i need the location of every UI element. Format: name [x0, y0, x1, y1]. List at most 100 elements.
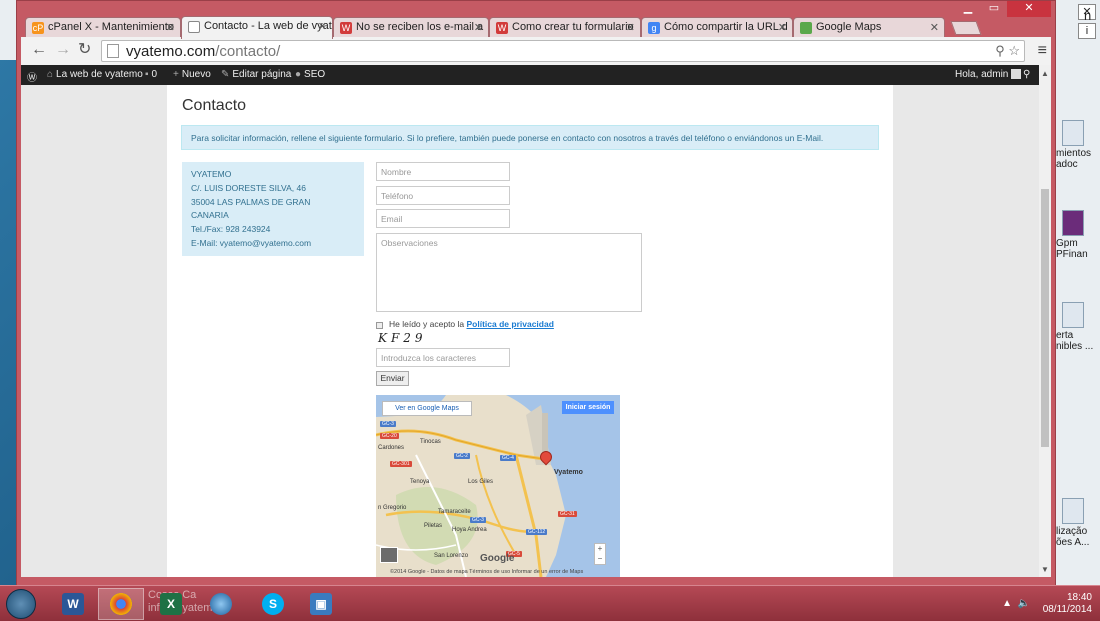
browser-window: ▁ ▭ ✕ cP cPanel X - Mantenimiento ✕ Cont… — [16, 0, 1056, 586]
page-scrollbar[interactable]: ▲ ▼ — [1039, 65, 1051, 577]
map-place-label: Tinocas — [420, 439, 441, 445]
tab-close-icon[interactable]: ✕ — [166, 21, 175, 34]
start-button[interactable] — [6, 589, 36, 619]
document-icon — [1062, 498, 1084, 524]
tab-cpanel[interactable]: cP cPanel X - Mantenimiento ✕ — [25, 17, 181, 39]
tab-close-icon[interactable]: ✕ — [474, 21, 483, 34]
tab-compartir-url[interactable]: g Cómo compartir la URL d ✕ — [641, 17, 793, 39]
taskbar-chrome[interactable] — [98, 588, 144, 620]
address-region: CANARIA — [191, 210, 229, 221]
name-input[interactable]: Nombre — [376, 162, 510, 181]
notes-textarea[interactable]: Observaciones — [376, 233, 642, 312]
page-viewport: Contacto Para solicitar información, rel… — [21, 85, 1039, 577]
reload-icon[interactable]: ↻ — [78, 42, 91, 58]
tray-icons: ▲ 🔈 — [1002, 598, 1030, 609]
forward-icon[interactable]: → — [55, 42, 71, 58]
tab-no-se-reciben[interactable]: W No se reciben los e-mail a ✕ — [333, 17, 489, 39]
tab-close-icon[interactable]: ✕ — [626, 21, 635, 34]
w-icon: W — [496, 22, 508, 34]
map-place-label: Tenoya — [410, 479, 430, 485]
winrar-icon — [1062, 210, 1084, 236]
scroll-up-icon[interactable]: ▲ — [1039, 69, 1051, 78]
view-in-google-maps-button[interactable]: Ver en Google Maps — [382, 401, 472, 416]
volume-icon[interactable]: 🔈 — [1018, 598, 1030, 609]
search-icon[interactable]: ⚲ — [995, 43, 1005, 58]
tab-contacto[interactable]: Contacto - La web de vyatemo ✕ — [181, 16, 333, 39]
phone-input[interactable]: Teléfono — [376, 186, 510, 205]
address-street: C/. LUIS DORESTE SILVA, 46 — [191, 182, 306, 193]
show-hidden-icons-icon[interactable]: ▲ — [1002, 598, 1012, 609]
scrollbar-thumb[interactable] — [1041, 189, 1049, 447]
email-input[interactable]: Email — [376, 209, 510, 228]
tab-como-crear[interactable]: W Como crear tu formulario ✕ — [489, 17, 641, 39]
minimize-icon[interactable]: ▁ — [955, 1, 981, 17]
adminbar-site[interactable]: ⌂ La web de vyatemo — [47, 69, 143, 80]
tab-close-icon[interactable]: ✕ — [930, 21, 939, 34]
map-place-label: Piletas — [424, 523, 443, 529]
adminbar-account[interactable]: Hola, admin — [955, 69, 1022, 80]
adminbar-comments[interactable]: ▪ 0 — [145, 69, 157, 80]
map-footer: ©2014 Google - Datos de mapa Términos de… — [390, 569, 584, 575]
road-label: GC-4 — [500, 455, 516, 461]
plus-icon: + — [173, 69, 179, 80]
taskbar-teamviewer[interactable] — [198, 588, 244, 620]
page-icon — [188, 21, 200, 33]
avatar — [1011, 69, 1022, 80]
excel-icon: X — [160, 593, 182, 615]
zoom-out-button[interactable]: − — [595, 554, 605, 564]
adminbar-new[interactable]: + Nuevo — [173, 69, 211, 80]
tab-google-maps[interactable]: Google Maps ✕ — [793, 17, 945, 39]
page-content: Contacto Para solicitar información, rel… — [167, 85, 893, 577]
cpanel-icon: cP — [32, 22, 44, 34]
clock[interactable]: 18:40 08/11/2014 — [1043, 592, 1092, 616]
new-tab-button[interactable] — [950, 21, 982, 35]
taskbar-excel[interactable]: X — [148, 588, 194, 620]
road-label: GC-20 — [380, 433, 399, 439]
adminbar-search-icon[interactable]: ⚲ — [1023, 69, 1030, 80]
tab-close-icon[interactable]: ✕ — [318, 20, 327, 33]
maximize-icon[interactable]: ▭ — [981, 1, 1007, 17]
bookmark-star-icon[interactable]: ☆ — [1008, 43, 1020, 58]
address-bar[interactable]: vyatemo.com/contacto/ ⚲ ☆ — [101, 40, 1025, 62]
info-notice: Para solicitar información, rellene el s… — [181, 125, 879, 150]
desktop-info-button[interactable]: i — [1078, 23, 1096, 39]
map-marker-label: Vyatemo — [554, 469, 583, 476]
road-label: GC-31 — [558, 511, 577, 517]
back-icon[interactable]: ← — [31, 42, 47, 58]
taskbar-word[interactable]: W — [50, 588, 96, 620]
captcha-input[interactable]: Introduzca los caracteres — [376, 348, 510, 367]
adminbar-seo[interactable]: ● SEO — [295, 69, 325, 80]
desktop-icon[interactable]: Gpm PFinan — [1056, 210, 1100, 260]
taskbar-skype[interactable]: S — [250, 588, 296, 620]
road-label: GC-3 — [380, 421, 396, 427]
tab-close-icon[interactable]: ✕ — [778, 21, 787, 34]
desktop-icon[interactable]: mientos adoc — [1056, 120, 1100, 170]
map-place-label: Tamaraceite — [438, 509, 471, 515]
pencil-icon: ✎ — [221, 69, 230, 80]
submit-button[interactable]: Enviar — [376, 371, 409, 386]
file-icon — [1062, 120, 1084, 146]
scroll-down-icon[interactable]: ▼ — [1039, 565, 1051, 574]
address-city: 35004 LAS PALMAS DE GRAN — [191, 196, 311, 207]
address-box: VYATEMO C/. LUIS DORESTE SILVA, 46 35004… — [182, 162, 364, 256]
map-signin-button[interactable]: Iniciar sesión — [562, 401, 614, 414]
desktop-icon[interactable]: erta nibles ... — [1056, 302, 1100, 352]
adminbar-edit[interactable]: ✎ Editar página — [221, 69, 291, 80]
browser-toolbar: ← → ↻ vyatemo.com/contacto/ ⚲ ☆ ≡ — [21, 37, 1051, 65]
privacy-label: He leído y acepto la Política de privaci… — [389, 319, 554, 329]
privacy-checkbox[interactable] — [376, 322, 383, 329]
google-logo: Google — [480, 553, 515, 564]
taskbar-network[interactable]: ▣ — [298, 588, 344, 620]
satellite-toggle-icon[interactable] — [380, 547, 398, 563]
road-label: GC-3 — [470, 517, 486, 523]
address-phone: Tel./Fax: 928 243924 — [191, 224, 271, 235]
browser-menu-icon[interactable]: ≡ — [1038, 42, 1047, 60]
tab-strip: cP cPanel X - Mantenimiento ✕ Contacto -… — [25, 15, 982, 39]
close-window-icon[interactable]: ✕ — [1007, 1, 1051, 17]
wordpress-logo-icon[interactable]: Ⓦ — [27, 69, 37, 84]
network-icon: ▣ — [310, 593, 332, 615]
google-map[interactable]: Ver en Google Maps Iniciar sesión GC-3 G… — [376, 395, 620, 577]
zoom-in-button[interactable]: + — [595, 544, 605, 554]
privacy-policy-link[interactable]: Política de privacidad — [467, 319, 554, 329]
desktop-icon[interactable]: lização ões A... — [1056, 498, 1100, 548]
